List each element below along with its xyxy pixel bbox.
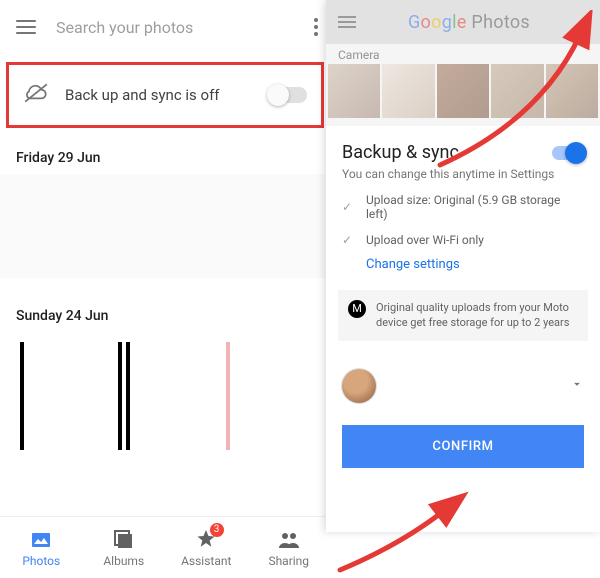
date-header-1: Friday 29 Jun xyxy=(0,140,330,174)
upload-size-text: Upload size: Original (5.9 GB storage le… xyxy=(366,193,584,221)
sheet-title: Backup & sync xyxy=(342,142,552,163)
upload-size-line: ✓ Upload size: Original (5.9 GB storage … xyxy=(342,193,584,221)
nav-assistant-label: Assistant xyxy=(181,554,231,568)
nav-photos[interactable]: Photos xyxy=(0,517,83,578)
backup-status-text: Back up and sync is off xyxy=(65,86,269,104)
sharing-icon xyxy=(277,528,301,552)
moto-icon: M xyxy=(348,300,366,318)
bottom-nav: Photos Albums 3 Assistant Sharing xyxy=(0,516,330,578)
promo-banner: M Original quality uploads from your Mot… xyxy=(338,290,588,341)
photo-row-1[interactable] xyxy=(0,174,330,278)
nav-sharing-label: Sharing xyxy=(268,554,309,568)
confirm-button[interactable]: CONFIRM xyxy=(342,425,584,468)
nav-sharing[interactable]: Sharing xyxy=(248,517,331,578)
account-row[interactable] xyxy=(342,369,584,403)
albums-icon xyxy=(112,528,136,552)
nav-assistant[interactable]: 3 Assistant xyxy=(165,517,248,578)
upload-wifi-text: Upload over Wi-Fi only xyxy=(366,233,484,247)
right-header: Google Photos xyxy=(326,0,600,44)
search-placeholder: Search your photos xyxy=(56,18,314,37)
search-bar[interactable]: Search your photos xyxy=(0,0,330,54)
app-title: Google Photos xyxy=(356,12,582,33)
backup-toggle-on[interactable] xyxy=(552,146,584,160)
backup-toggle-off[interactable] xyxy=(269,87,307,103)
check-icon: ✓ xyxy=(342,233,356,247)
more-icon[interactable] xyxy=(314,18,318,36)
chevron-down-icon xyxy=(570,376,584,395)
album-label: Camera xyxy=(326,44,600,64)
menu-icon[interactable] xyxy=(16,20,36,34)
nav-photos-label: Photos xyxy=(22,554,60,568)
backup-status-row[interactable]: Back up and sync is off xyxy=(6,62,324,128)
check-icon: ✓ xyxy=(342,200,356,214)
change-settings-link[interactable]: Change settings xyxy=(366,257,584,272)
upload-wifi-line: ✓ Upload over Wi-Fi only xyxy=(342,233,584,247)
left-phone-screen: Search your photos Back up and sync is o… xyxy=(0,0,330,578)
backup-sheet: Backup & sync You can change this anytim… xyxy=(326,126,600,532)
menu-icon[interactable] xyxy=(338,16,356,28)
nav-albums-label: Albums xyxy=(103,554,144,568)
sheet-subtitle: You can change this anytime in Settings xyxy=(342,167,584,181)
right-phone-screen: Google Photos Camera Backup & sync You c… xyxy=(326,0,600,532)
cloud-off-icon xyxy=(23,83,49,107)
date-header-2: Sunday 24 Jun xyxy=(0,298,330,332)
nav-albums[interactable]: Albums xyxy=(83,517,166,578)
photo-row-2[interactable] xyxy=(0,332,330,460)
promo-text: Original quality uploads from your Moto … xyxy=(376,300,578,331)
camera-thumbs xyxy=(326,64,600,118)
assistant-badge: 3 xyxy=(210,523,224,537)
photos-icon xyxy=(29,528,53,552)
avatar xyxy=(342,369,376,403)
